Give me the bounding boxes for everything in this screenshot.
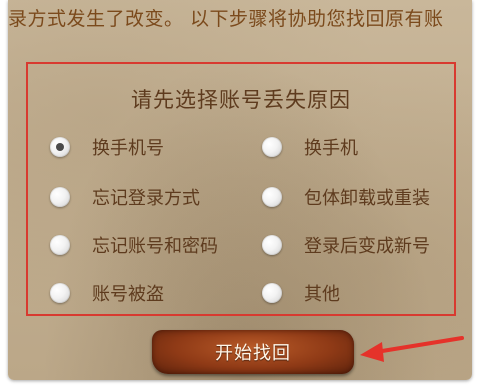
option-label: 换手机 <box>304 138 358 159</box>
option-label: 其他 <box>304 284 340 305</box>
reason-selection-box: 请先选择账号丢失原因 换手机号 换手机 忘记登录方式 包体卸载或重装 忘记账号和… <box>26 62 456 316</box>
radio-button[interactable] <box>50 235 70 255</box>
option-forgot-login-method[interactable]: 忘记登录方式 <box>50 182 200 212</box>
option-label: 换手机号 <box>92 138 164 159</box>
radio-button[interactable] <box>50 283 70 303</box>
notice-text: 录方式发生了改变。 以下步骤将协助您找回原有账 <box>8 8 444 30</box>
option-other[interactable]: 其他 <box>262 278 340 308</box>
option-change-phone-number[interactable]: 换手机号 <box>50 132 164 162</box>
option-new-account-after-login[interactable]: 登录后变成新号 <box>262 230 430 260</box>
option-label: 登录后变成新号 <box>304 236 430 257</box>
radio-button[interactable] <box>262 137 282 157</box>
option-label: 账号被盗 <box>92 284 164 305</box>
red-arrow-icon <box>360 336 464 362</box>
radio-button[interactable] <box>262 187 282 207</box>
selection-title: 请先选择账号丢失原因 <box>131 88 351 112</box>
radio-button[interactable] <box>50 137 70 157</box>
option-label: 包体卸载或重装 <box>304 188 430 209</box>
option-account-stolen[interactable]: 账号被盗 <box>50 278 164 308</box>
option-label: 忘记账号和密码 <box>92 236 218 257</box>
start-recovery-label: 开始找回 <box>215 343 291 364</box>
radio-button[interactable] <box>50 187 70 207</box>
option-change-phone[interactable]: 换手机 <box>262 132 358 162</box>
start-recovery-button[interactable]: 开始找回 <box>152 330 354 374</box>
option-forgot-account-password[interactable]: 忘记账号和密码 <box>50 230 218 260</box>
radio-button[interactable] <box>262 283 282 303</box>
radio-button[interactable] <box>262 235 282 255</box>
option-reinstall-package[interactable]: 包体卸载或重装 <box>262 182 430 212</box>
option-label: 忘记登录方式 <box>92 188 200 209</box>
